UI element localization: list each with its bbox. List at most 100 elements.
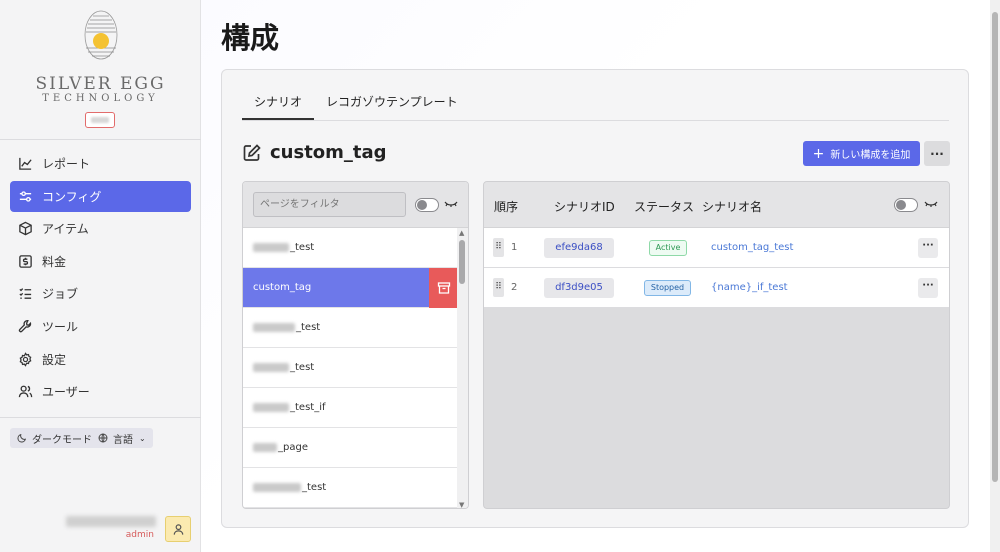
sidebar-item-config[interactable]: コンフィグ bbox=[10, 180, 191, 212]
plus-icon: + bbox=[812, 145, 825, 162]
users-icon bbox=[18, 385, 33, 398]
list-item-selected[interactable]: custom_tag bbox=[243, 268, 459, 308]
more-options-button[interactable]: ··· bbox=[924, 141, 950, 166]
status-badge: Active bbox=[649, 240, 687, 256]
main-content: 構成 シナリオ レコガゾウテンプレート custom_tag + 新しい構成を追… bbox=[201, 0, 990, 552]
scenario-list-panel: _test custom_tag _test _test _test_if _p… bbox=[242, 181, 469, 509]
drag-handle-icon[interactable]: ⠿ bbox=[493, 278, 504, 297]
list-item[interactable]: _test_if bbox=[243, 388, 459, 428]
scenario-list: _test custom_tag _test _test _test_if _p… bbox=[243, 228, 468, 508]
scroll-down-icon[interactable]: ▼ bbox=[459, 501, 464, 508]
list-item-label: _test_if bbox=[290, 402, 326, 413]
table-header: 順序 シナリオID ステータス シナリオ名 bbox=[484, 182, 949, 228]
egg-logo-icon bbox=[84, 10, 117, 60]
list-item[interactable]: _test bbox=[243, 228, 459, 268]
scenario-table-panel: 順序 シナリオID ステータス シナリオ名 ⠿ 1 efe9da68 Activ… bbox=[483, 181, 950, 509]
sidebar-item-label: 料金 bbox=[42, 254, 67, 269]
tab-recommend-image-template[interactable]: レコガゾウテンプレート bbox=[314, 88, 470, 120]
archive-button[interactable] bbox=[429, 268, 459, 308]
scenario-name-link[interactable]: {name}_if_test bbox=[711, 282, 788, 293]
sidebar-item-label: 設定 bbox=[42, 352, 67, 367]
dark-mode-button[interactable]: ダークモード bbox=[10, 428, 99, 448]
scenario-name: custom_tag bbox=[270, 142, 387, 163]
list-item[interactable]: _test bbox=[243, 468, 459, 508]
list-scroll-thumb[interactable] bbox=[459, 240, 465, 284]
list-item-label: _test bbox=[290, 362, 315, 373]
add-config-label: 新しい構成を追加 bbox=[830, 150, 911, 161]
column-scenario-name: シナリオ名 bbox=[702, 200, 763, 214]
sidebar-item-users[interactable]: ユーザー bbox=[10, 376, 191, 407]
scenario-id[interactable]: df3d9e05 bbox=[544, 278, 614, 298]
sidebar-item-items[interactable]: アイテム bbox=[10, 213, 191, 244]
config-card: シナリオ レコガゾウテンプレート custom_tag + 新しい構成を追加 ·… bbox=[221, 69, 969, 528]
sidebar-item-billing[interactable]: 料金 bbox=[10, 246, 191, 277]
sidebar-item-report[interactable]: レポート bbox=[10, 148, 191, 179]
scenario-heading: custom_tag bbox=[242, 142, 387, 163]
user-icon bbox=[173, 523, 183, 535]
user-role: admin bbox=[125, 530, 154, 540]
tab-divider bbox=[242, 120, 949, 121]
sidebar-item-settings[interactable]: 設定 bbox=[10, 344, 191, 375]
user-avatar-button[interactable] bbox=[165, 516, 191, 542]
sliders-icon bbox=[19, 190, 32, 202]
sidebar-item-label: ジョブ bbox=[42, 287, 79, 302]
row-order: 2 bbox=[511, 282, 518, 293]
language-label: 言語 bbox=[113, 434, 133, 446]
list-item-label: custom_tag bbox=[253, 282, 312, 293]
archive-icon bbox=[437, 282, 451, 294]
edit-icon[interactable] bbox=[242, 143, 262, 163]
add-config-button[interactable]: + 新しい構成を追加 bbox=[803, 141, 920, 166]
tab-bar: シナリオ レコガゾウテンプレート bbox=[242, 88, 470, 120]
column-status: ステータス bbox=[634, 200, 695, 214]
scroll-up-icon[interactable]: ▲ bbox=[459, 229, 464, 237]
brand-line-1: SILVER EGG bbox=[35, 74, 166, 94]
wrench-icon bbox=[18, 320, 32, 333]
sidebar-nav: レポート コンフィグ アイテム 料金 ジョブ ツール 設定 ユーザー bbox=[10, 148, 191, 409]
sidebar: SILVER EGG TECHNOLOGY レポート コンフィグ アイテム 料金… bbox=[0, 0, 201, 552]
list-item[interactable]: _page bbox=[243, 428, 459, 468]
moon-icon bbox=[17, 433, 27, 443]
status-badge: Stopped bbox=[644, 280, 691, 296]
sidebar-divider bbox=[0, 417, 201, 418]
chevron-down-icon: ⌄ bbox=[139, 433, 146, 443]
sidebar-item-label: コンフィグ bbox=[42, 189, 102, 204]
chart-line-icon bbox=[19, 157, 32, 170]
table-row: ⠿ 1 efe9da68 Active custom_tag_test ··· bbox=[484, 228, 949, 268]
list-scrollbar[interactable]: ▲ ▼ bbox=[457, 228, 468, 508]
window-scrollbar[interactable] bbox=[990, 0, 1000, 552]
page-title: 構成 bbox=[221, 21, 280, 55]
language-button[interactable]: 言語 ⌄ bbox=[91, 428, 153, 448]
list-item-label: _test bbox=[290, 242, 315, 253]
box-icon bbox=[19, 221, 32, 236]
row-order: 1 bbox=[511, 242, 518, 253]
column-order: 順序 bbox=[494, 200, 519, 214]
company-logo[interactable]: SILVER EGG TECHNOLOGY bbox=[0, 8, 201, 105]
column-scenario-id: シナリオID bbox=[554, 200, 615, 214]
dollar-icon bbox=[19, 255, 32, 268]
environment-badge bbox=[85, 112, 115, 128]
scenario-id[interactable]: efe9da68 bbox=[544, 238, 614, 258]
sidebar-item-jobs[interactable]: ジョブ bbox=[10, 278, 191, 309]
row-more-button[interactable]: ··· bbox=[918, 278, 938, 298]
list-item-label: _test bbox=[296, 322, 321, 333]
show-hidden-toggle[interactable] bbox=[894, 198, 918, 212]
tab-scenario[interactable]: シナリオ bbox=[242, 88, 315, 120]
list-item-label: _test bbox=[302, 482, 327, 493]
drag-handle-icon[interactable]: ⠿ bbox=[493, 238, 504, 257]
scenario-name-link[interactable]: custom_tag_test bbox=[711, 242, 793, 253]
user-name bbox=[66, 516, 156, 527]
globe-icon bbox=[98, 433, 108, 443]
list-check-icon bbox=[19, 288, 32, 300]
sidebar-divider bbox=[0, 139, 201, 140]
sidebar-item-tools[interactable]: ツール bbox=[10, 311, 191, 342]
window-scroll-thumb[interactable] bbox=[992, 12, 998, 482]
list-item[interactable]: _test bbox=[243, 348, 459, 388]
list-item[interactable]: _test bbox=[243, 308, 459, 348]
sidebar-item-label: ユーザー bbox=[42, 385, 90, 400]
row-more-button[interactable]: ··· bbox=[918, 238, 938, 258]
filter-input[interactable] bbox=[253, 192, 406, 217]
show-hidden-toggle[interactable] bbox=[415, 198, 439, 212]
dark-mode-label: ダークモード bbox=[32, 434, 92, 446]
gear-icon bbox=[19, 351, 32, 367]
eye-closed-icon bbox=[924, 201, 938, 207]
